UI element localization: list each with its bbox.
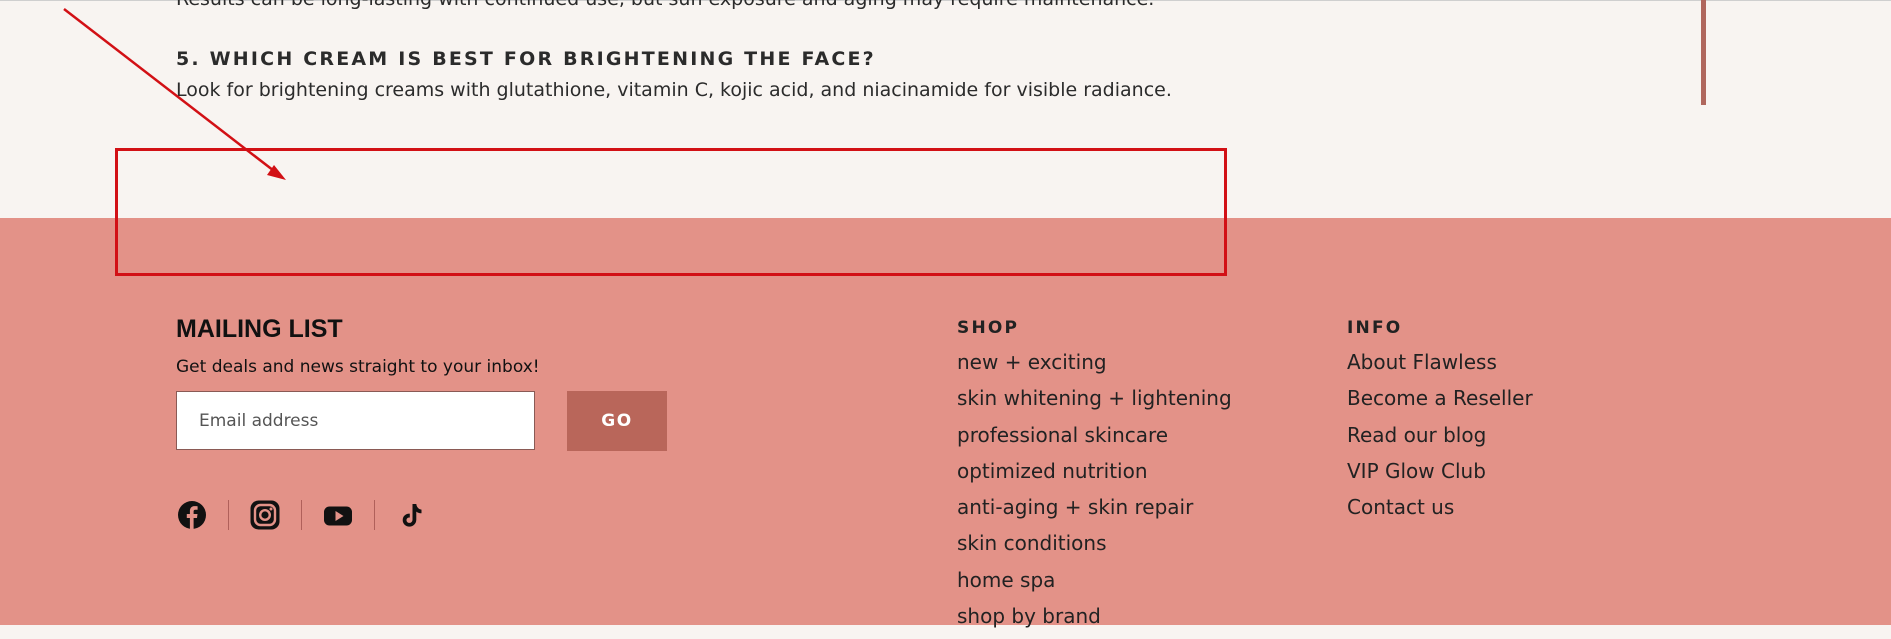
shop-link[interactable]: shop by brand — [957, 603, 1232, 639]
info-link[interactable]: Contact us — [1347, 494, 1533, 530]
info-link[interactable]: Become a Reseller — [1347, 385, 1533, 421]
vertical-accent-rule — [1701, 0, 1706, 105]
faq-answer-4: Results can be long-lasting with continu… — [176, 0, 1154, 10]
shop-link[interactable]: skin conditions — [957, 530, 1232, 566]
shop-link[interactable]: optimized nutrition — [957, 458, 1232, 494]
faq-answer-5: Look for brightening creams with glutath… — [176, 79, 1172, 101]
info-link[interactable]: VIP Glow Club — [1347, 458, 1533, 494]
info-link[interactable]: Read our blog — [1347, 422, 1533, 458]
go-button[interactable]: GO — [567, 391, 667, 451]
email-field-wrapper — [176, 391, 535, 450]
mailing-list-title: MAILING LIST — [176, 315, 343, 343]
shop-heading: SHOP — [957, 318, 1020, 338]
instagram-icon[interactable] — [249, 499, 281, 531]
info-heading: INFO — [1347, 318, 1403, 338]
facebook-icon[interactable] — [176, 499, 208, 531]
shop-link[interactable]: professional skincare — [957, 422, 1232, 458]
shop-link[interactable]: new + exciting — [957, 349, 1232, 385]
shop-link[interactable]: skin whitening + lightening — [957, 385, 1232, 421]
annotation-arrow-icon — [63, 8, 286, 180]
mailing-list-subtitle: Get deals and news straight to your inbo… — [176, 357, 540, 377]
social-links — [176, 499, 427, 531]
info-link[interactable]: About Flawless — [1347, 349, 1533, 385]
tiktok-icon[interactable] — [395, 499, 427, 531]
social-divider — [228, 500, 229, 530]
shop-link[interactable]: anti-aging + skin repair — [957, 494, 1232, 530]
social-divider — [374, 500, 375, 530]
info-links: About Flawless Become a Reseller Read ou… — [1347, 349, 1533, 530]
youtube-icon[interactable] — [322, 499, 354, 531]
shop-links: new + exciting skin whitening + lighteni… — [957, 349, 1232, 639]
shop-link[interactable]: home spa — [957, 567, 1232, 603]
social-divider — [301, 500, 302, 530]
email-field[interactable] — [197, 409, 514, 432]
